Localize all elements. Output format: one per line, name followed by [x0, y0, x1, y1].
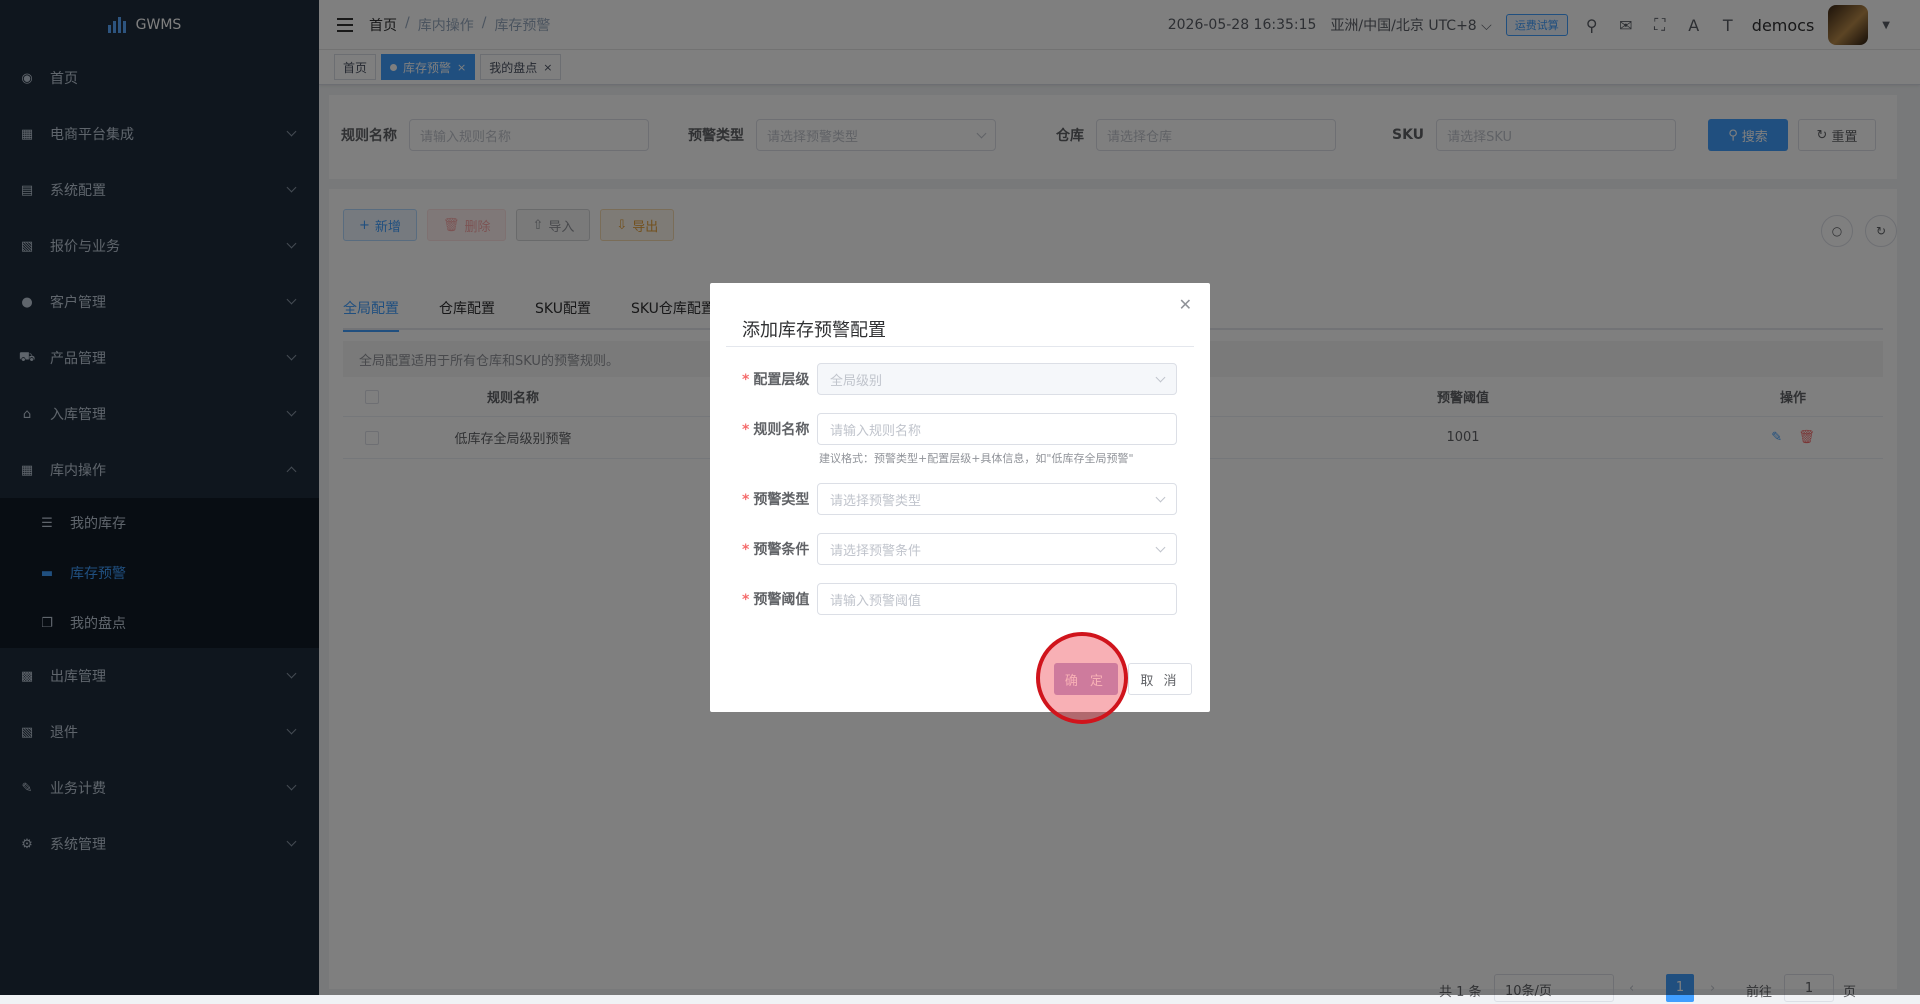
form-row-warn-condition: * 预警条件 请选择预警条件 [742, 533, 1177, 565]
rule-name-field[interactable]: 请输入规则名称 [817, 413, 1177, 445]
dialog-title: 添加库存预警配置 [742, 320, 886, 341]
click-highlight-marker [1036, 632, 1128, 724]
rule-name-hint: 建议格式：预警类型+配置层级+具体信息，如"低库存全局预警" [819, 452, 1134, 465]
cancel-button[interactable]: 取 消 [1128, 663, 1192, 695]
form-row-config-level: * 配置层级 全局级别 [742, 363, 1177, 395]
form-row-warn-type: * 预警类型 请选择预警类型 [742, 483, 1177, 515]
chevron-down-icon [1155, 492, 1166, 502]
form-row-warn-threshold: * 预警阈值 请输入预警阈值 [742, 583, 1177, 615]
warn-threshold-field[interactable]: 请输入预警阈值 [817, 583, 1177, 615]
warn-condition-field[interactable]: 请选择预警条件 [817, 533, 1177, 565]
chevron-down-icon [1155, 542, 1166, 552]
dialog-divider [726, 346, 1194, 347]
config-level-select[interactable]: 全局级别 [817, 363, 1177, 395]
close-icon[interactable]: ✕ [1179, 295, 1192, 314]
warn-type-field[interactable]: 请选择预警类型 [817, 483, 1177, 515]
add-alert-config-dialog: 添加库存预警配置 ✕ * 配置层级 全局级别 * 规则名称 请输入规则名称 建议格式… [710, 283, 1210, 712]
chevron-down-icon [1155, 372, 1166, 382]
form-row-rule-name: * 规则名称 请输入规则名称 [742, 413, 1177, 445]
